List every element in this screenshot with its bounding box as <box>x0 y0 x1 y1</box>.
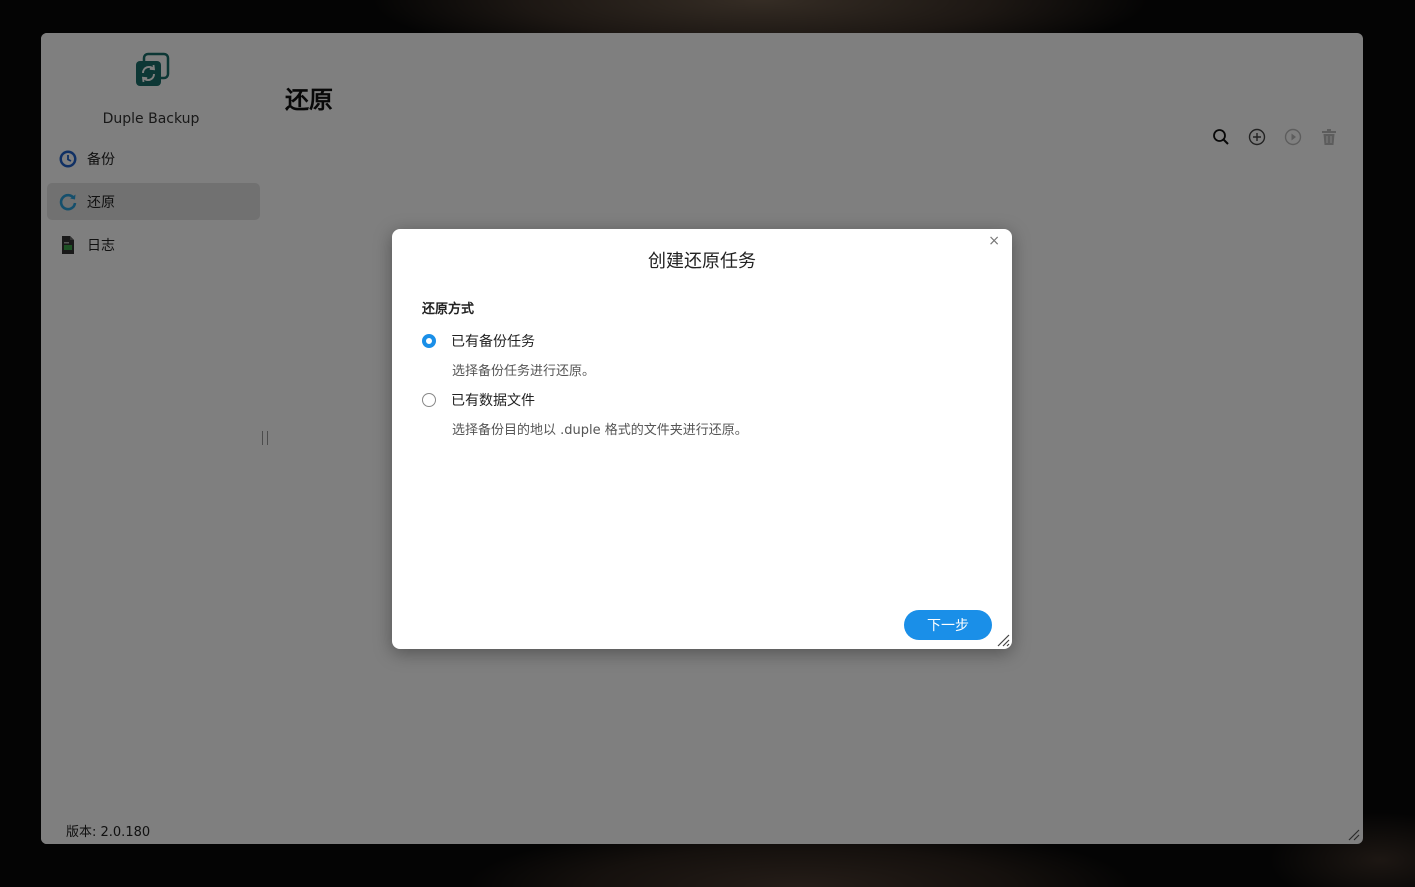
dialog-resize-grip-icon[interactable] <box>996 633 1010 647</box>
close-icon[interactable]: × <box>988 234 1000 248</box>
restore-method-label: 还原方式 <box>422 302 475 317</box>
radio-existing-backup-task[interactable] <box>422 334 436 348</box>
option-row[interactable]: 已有备份任务 <box>422 331 982 351</box>
dialog-title: 创建还原任务 <box>648 251 756 272</box>
option-existing-backup-task: 已有备份任务 选择备份任务进行还原。 <box>422 331 982 379</box>
option-label: 已有备份任务 <box>451 334 535 350</box>
option-description: 选择备份任务进行还原。 <box>452 364 596 379</box>
create-restore-task-dialog: 创建还原任务 × 还原方式 已有备份任务 选择备份任务进行还原。 已有数据文件 … <box>392 229 1012 649</box>
next-button[interactable]: 下一步 <box>904 610 992 640</box>
option-existing-data-file: 已有数据文件 选择备份目的地以 .duple 格式的文件夹进行还原。 <box>422 390 982 438</box>
option-label: 已有数据文件 <box>451 393 535 409</box>
option-row[interactable]: 已有数据文件 <box>422 390 982 410</box>
option-description: 选择备份目的地以 .duple 格式的文件夹进行还原。 <box>452 423 748 438</box>
radio-existing-data-file[interactable] <box>422 393 436 407</box>
